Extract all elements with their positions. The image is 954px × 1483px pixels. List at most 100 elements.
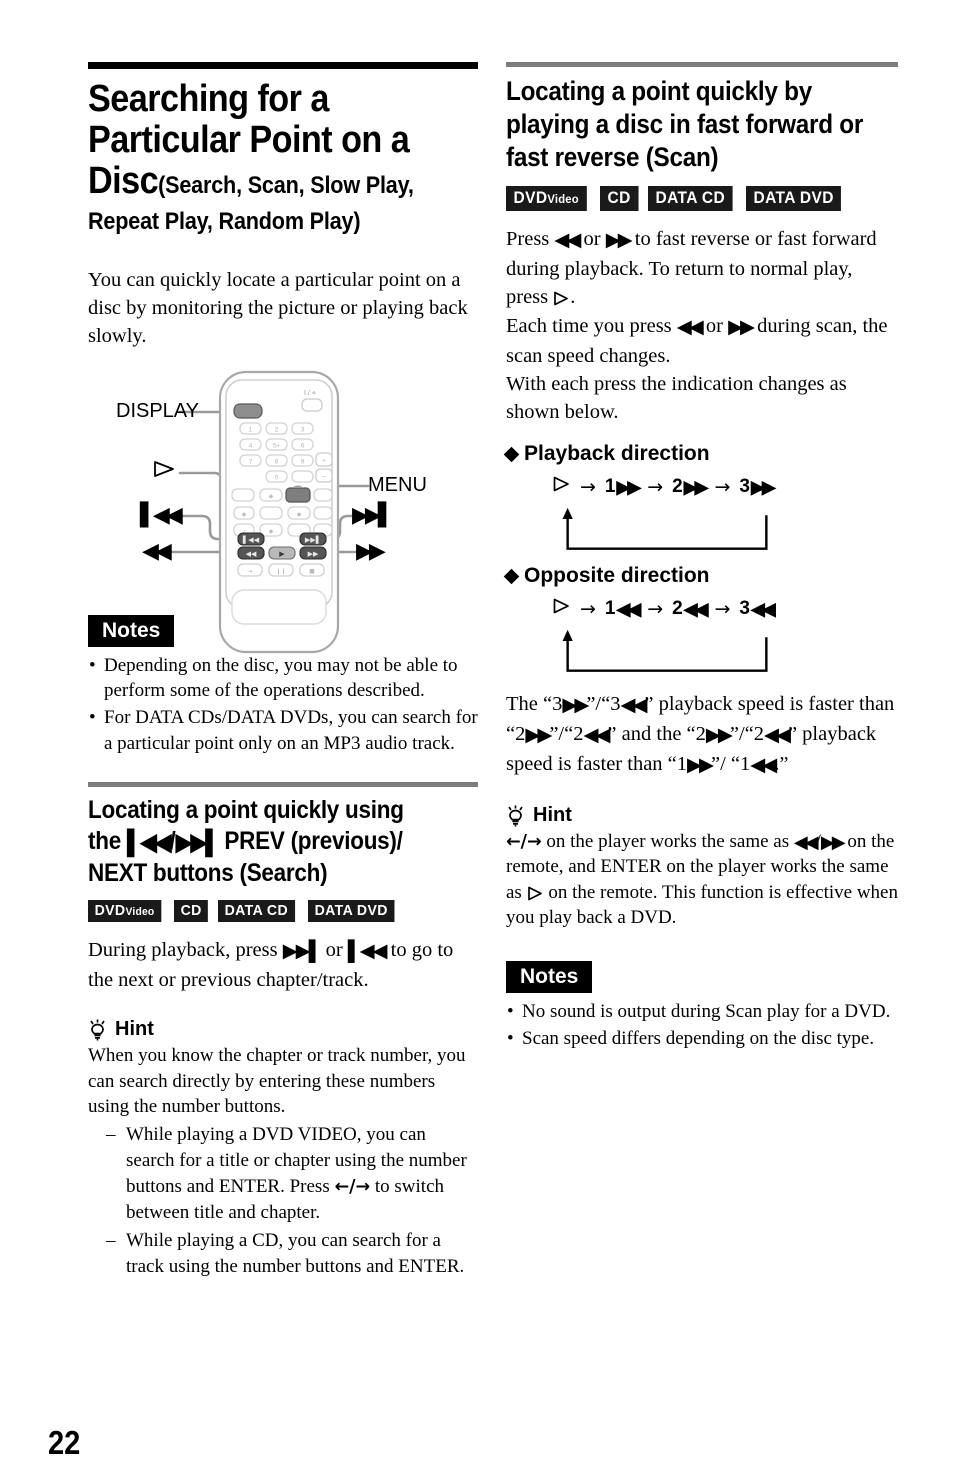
section-heading-line-1: Locating a point quickly using (88, 796, 404, 825)
step-1: 1 ◀◀ (604, 598, 642, 620)
section-heading-scan: Locating a point quickly by playing a di… (506, 75, 898, 174)
prev-track-icon: ▌◀◀ (347, 941, 388, 963)
fast-forward-icon: ▶▶ (605, 230, 633, 252)
svg-text:2: 2 (275, 427, 279, 434)
svg-text:◆: ◆ (269, 529, 274, 535)
section-heading-line-3: NEXT buttons (Search) (88, 858, 328, 887)
fast-reverse-icon: ◀◀ (583, 725, 610, 747)
svg-text:■: ■ (309, 568, 315, 575)
hint-block-search: Hint When you know the chapter or track … (88, 1018, 478, 1280)
hint-body-search: When you know the chapter or track numbe… (88, 1045, 466, 1118)
arrow-right-icon: → (580, 598, 596, 621)
section-heading-line-2: the ▌◀◀/▶▶▌ PREV (previous)/ (88, 826, 403, 856)
svg-text:5+: 5+ (273, 443, 281, 450)
scan-paragraph-1: Press ◀◀ or ▶▶ to fast reverse or fast f… (506, 228, 877, 309)
speed-note-paragraph: The “3▶▶”/“3◀◀” playback speed is faster… (506, 690, 898, 780)
scan-heading-line-3: fast reverse (Scan) (506, 141, 719, 172)
badge-data-cd: DATA CD (648, 185, 733, 212)
svg-text:◆: ◆ (297, 512, 302, 518)
svg-text:❙❙: ❙❙ (276, 568, 286, 575)
fast-forward-icon: ▶▶ (683, 476, 709, 497)
callout-prev-icon: ▌◀◀ (140, 503, 183, 528)
callout-play-icon (152, 460, 178, 478)
play-outline-icon (553, 286, 570, 306)
search-body-paragraph: During playback, press ▶▶▌ or ▌◀◀ to go … (88, 939, 454, 992)
fast-forward-icon: ▶▶ (750, 476, 776, 497)
notes-label-2: Notes (506, 960, 593, 993)
disc-badges-scan: DVDVideo CD DATA CD DATA DVD (506, 185, 898, 212)
hint-body-scan: ←/→←/→ on the player works the same as o… (506, 831, 898, 929)
page-number: 22 (48, 1424, 81, 1461)
fast-reverse-icon: ◀◀ (793, 832, 819, 853)
left-right-arrow-icon: ←/→ (334, 1177, 371, 1198)
fast-reverse-icon: ◀◀ (750, 598, 776, 619)
opposite-direction-label: Opposite direction (524, 564, 710, 588)
page-title: Searching for a Particular Point on a Di… (88, 78, 478, 202)
note-item: Depending on the disc, you may not be ab… (88, 653, 478, 704)
prev-track-icon: ▌◀◀ (126, 828, 171, 856)
arrow-right-icon: → (714, 598, 731, 621)
page-title-line-4: Repeat Play, Random Play) (88, 208, 361, 236)
fast-reverse-icon: ◀◀ (616, 598, 642, 619)
step-3: 3 ◀◀ (739, 598, 776, 620)
fast-forward-icon: ▶▶ (705, 725, 733, 747)
step-2: 2 ◀◀ (672, 598, 709, 620)
fast-forward-icon: ▶▶ (616, 476, 642, 497)
badge-dvd-video: DVDVideo (88, 900, 161, 923)
arrow-right-icon: → (580, 476, 596, 499)
hint-label-scan: Hint (533, 804, 572, 827)
callout-rewind-icon: ◀◀ (142, 539, 172, 564)
scan-paragraph-3: With each press the indication changes a… (506, 372, 847, 424)
notes-block-2: Notes No sound is output during Scan pla… (506, 960, 898, 1052)
step-1: 1 ▶▶ (604, 476, 642, 498)
fast-forward-icon: ▶▶ (687, 755, 714, 777)
page-title-line-2: Particular Point on a (88, 119, 410, 162)
svg-text:◆: ◆ (242, 512, 247, 518)
badge-data-dvd: DATA DVD (746, 185, 842, 212)
remote-control-figure: I / ⋄ 123 4 5+ 6 789 0 + – ◆ ◆ ◆ ♪ ◆ ▌◀◀… (110, 368, 490, 660)
callout-menu: MENU (368, 474, 427, 496)
svg-text:I / ⋄: I / ⋄ (304, 390, 316, 397)
opposite-direction-sequence: → 1 ◀◀ → 2 ◀◀ → 3 ◀◀ (506, 598, 898, 620)
fast-reverse-icon: ◀◀ (750, 755, 777, 777)
loop-back-arrow-icon (562, 508, 768, 551)
left-column: Searching for a Particular Point on a Di… (88, 62, 478, 1281)
svg-text:▶▶▌: ▶▶▌ (305, 535, 321, 544)
manual-page: Searching for a Particular Point on a Di… (0, 0, 954, 1483)
diamond-icon (503, 446, 520, 463)
hint-header-search: Hint (88, 1018, 478, 1041)
hint-block-scan: Hint ←/→←/→ on the player works the same… (506, 804, 898, 931)
notes-list-1: Depending on the disc, you may not be ab… (88, 653, 478, 757)
svg-text:7: 7 (249, 459, 253, 466)
svg-text:1: 1 (249, 427, 253, 434)
section-heading-prefix: the (88, 826, 127, 855)
badge-data-cd: DATA CD (218, 900, 295, 923)
svg-text:◆: ◆ (269, 494, 274, 500)
svg-text:6: 6 (301, 443, 305, 450)
opposite-direction-diagram: → 1 ◀◀ → 2 ◀◀ → 3 ◀◀ (506, 598, 898, 684)
menu-button (285, 487, 311, 503)
callout-forward-icon: ▶▶ (356, 539, 386, 564)
page-title-line-3: Disc(Search, Scan, Slow Play, (88, 161, 478, 202)
playback-direction-header: Playback direction (503, 442, 898, 466)
title-rule (88, 62, 478, 69)
page-title-line-1: Searching for a (88, 78, 329, 120)
diamond-icon (503, 568, 520, 585)
scan-heading-line-1: Locating a point quickly by (506, 76, 812, 106)
fast-forward-icon: ▶▶ (525, 725, 552, 747)
opposite-direction-header: Opposite direction (503, 564, 898, 588)
fast-reverse-icon: ◀◀ (683, 598, 709, 619)
note-item: No sound is output during Scan play for … (506, 999, 898, 1025)
hint-header-scan: Hint (506, 804, 898, 827)
play-outline-icon (552, 476, 571, 498)
step-2: 2 ▶▶ (672, 476, 709, 498)
next-track-icon: ▶▶▌ (175, 828, 220, 856)
fast-forward-icon: ▶▶ (820, 832, 846, 853)
arrow-right-icon: → (647, 476, 664, 499)
fast-reverse-icon: ◀◀ (764, 725, 791, 747)
scan-paragraph-2: Each time you press ◀◀ or ▶▶ during scan… (506, 314, 888, 367)
display-button (233, 403, 263, 419)
section-rule-search (88, 782, 478, 788)
fast-reverse-icon: ◀◀ (620, 695, 647, 717)
arrow-right-icon: → (647, 598, 664, 621)
